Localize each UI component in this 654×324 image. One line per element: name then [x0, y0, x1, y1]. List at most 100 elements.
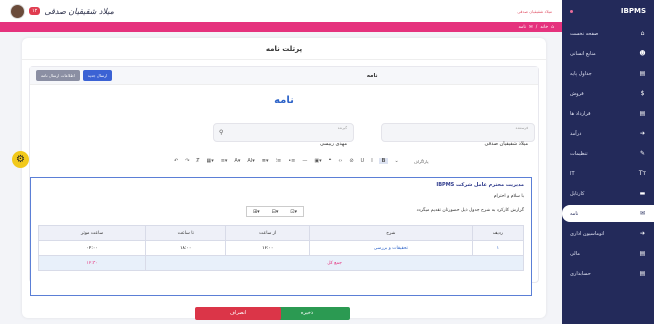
sidebar-item[interactable]: Tт IT: [562, 165, 654, 182]
col-header: تا ساعت: [145, 225, 227, 241]
sidebar-item[interactable]: ▤ حسابداری: [562, 265, 654, 282]
col-header: شرح: [309, 225, 473, 241]
settings-gear-icon[interactable]: ⚙: [12, 151, 29, 168]
sidebar-item-label: تنظیمات: [570, 150, 588, 157]
panel-title: نامه: [366, 72, 378, 79]
cancel-button[interactable]: انصراف: [195, 307, 281, 320]
main-card: پرتلت نامه اطلاعات ارسال نامه ارسال جدید…: [22, 38, 546, 318]
sidebar-nav: ⌂ صفحه نخست ☻ منابع انسانی ▤ جداول پایه $ فروش ▤…: [562, 25, 654, 282]
new-letter-button[interactable]: ارسال جدید: [82, 70, 113, 81]
code-icon[interactable]: ‹›: [337, 158, 343, 164]
sidebar-item-label: صفحه نخست: [570, 30, 599, 37]
sender-label: فرستنده: [515, 126, 528, 130]
doc-icon: ▤: [639, 110, 646, 117]
table-cell[interactable]: ۱: [471, 240, 525, 256]
table-icon[interactable]: ▦▾: [205, 158, 214, 164]
table-cell[interactable]: ۱۸:۰۰: [145, 240, 227, 256]
editor-content[interactable]: مدیریت محترم عامل شرکت IBPMS با سلام و ا…: [30, 177, 532, 296]
history-button[interactable]: اطلاعات ارسال نامه: [36, 70, 80, 81]
sidebar-item[interactable]: ➔ اتوماسیون اداری: [562, 225, 654, 242]
sidebar-item-label: منابع انسانی: [570, 50, 596, 57]
sidebar-item-label: حسابداری: [570, 270, 591, 277]
breadcrumb: ⌂ خانه / ✉ نامه: [0, 22, 562, 32]
align-icon[interactable]: ≡▾: [220, 158, 229, 164]
home-icon[interactable]: ⌂: [551, 25, 554, 30]
breadcrumb-item-current: نامه: [518, 24, 526, 30]
folder-icon: ▬: [639, 190, 646, 197]
report-table: ردیف شرح از ساعت تا ساعت ساعت موثر ۱ تحق…: [37, 225, 525, 271]
sidebar-item[interactable]: ▬ کارتابل: [562, 185, 654, 202]
avatar[interactable]: [10, 3, 25, 19]
user-icon: ☻: [639, 50, 646, 57]
chevron-down-icon[interactable]: ⌄: [393, 158, 399, 164]
dollar-icon: $: [640, 90, 645, 97]
link-icon[interactable]: ⊘: [348, 158, 354, 164]
receiver-value: مهدی رییسی: [319, 141, 347, 147]
sidebar-item-label: فروش: [570, 90, 584, 97]
editor-line-greeting: با سلام و احترام: [493, 194, 524, 199]
clear-format-icon[interactable]: T̸: [195, 158, 200, 164]
font-size-icon[interactable]: AI▾: [246, 158, 255, 164]
receiver-field[interactable]: گیرنده مهدی رییسی ⚲: [213, 123, 354, 147]
sidebar-item-label: نامه: [570, 210, 579, 217]
table-cell[interactable]: ۱۶:۰۰: [225, 240, 311, 256]
sidebar-item[interactable]: ✉ نامه: [562, 205, 654, 222]
doc-icon: ▤: [639, 250, 646, 257]
mail-icon: ✉: [529, 24, 533, 30]
table-cell[interactable]: ۰۲:۰۰: [37, 240, 147, 256]
login-icon: ➔: [639, 130, 646, 137]
paragraph-select[interactable]: پاراگراف: [413, 159, 430, 164]
user-box[interactable]: ۱۲ میلاد شقیقیان صدقی: [10, 3, 114, 19]
doc-icon: ▤: [639, 70, 646, 77]
wrench-icon: ✎: [639, 150, 646, 157]
sidebar-item-label: قرارداد ها: [570, 110, 591, 117]
table-delete-icon[interactable]: ⊡▾: [290, 209, 297, 215]
numbered-list-icon[interactable]: ⁝≡: [274, 158, 282, 164]
breadcrumb-separator: /: [535, 24, 538, 30]
sidebar-item-label: جداول پایه: [570, 70, 592, 77]
sidebar-item-label: مالی: [570, 250, 580, 257]
table-total-row: جمع کل ۱۲:۳۰: [37, 255, 524, 271]
sidebar-item[interactable]: ☻ منابع انسانی: [562, 45, 654, 62]
page-title: پرتلت نامه: [22, 38, 546, 60]
editor-toolbar: ↶ ↷ T̸ ▦▾ ≡▾ A▾ AI▾ ≣▾ ⁝≡ •≡ — ▣▾ ❝ ‹› ⊘…: [173, 155, 534, 167]
redo-icon[interactable]: ↷: [184, 158, 190, 164]
sidebar-item[interactable]: ▤ مالی: [562, 245, 654, 262]
table-row: ۱ تحقیقات و بررسی ۱۶:۰۰ ۱۸:۰۰ ۰۲:۰۰: [37, 240, 525, 256]
italic-icon[interactable]: I: [370, 158, 373, 164]
panel-buttons: اطلاعات ارسال نامه ارسال جدید: [36, 70, 113, 81]
sender-field[interactable]: فرستنده میلاد شقیقیان صدقی: [381, 123, 535, 147]
sidebar-item[interactable]: ▤ جداول پایه: [562, 65, 654, 82]
search-icon[interactable]: ⚲: [219, 129, 223, 136]
receiver-label: گیرنده: [337, 126, 347, 130]
sidebar: IBPMS ⌂ صفحه نخست ☻ منابع انسانی ▤ جداول پایه…: [562, 0, 654, 324]
brand-name: IBPMS: [620, 7, 646, 15]
table-cell[interactable]: تحقیقات و بررسی: [309, 240, 473, 256]
sidebar-item-label: کارتابل: [570, 190, 585, 197]
sidebar-item[interactable]: $ فروش: [562, 85, 654, 102]
sidebar-item[interactable]: ✎ تنظیمات: [562, 145, 654, 162]
undo-icon[interactable]: ↶: [173, 158, 179, 164]
image-icon[interactable]: ▣▾: [313, 158, 322, 164]
brand-dot-icon: [570, 9, 573, 13]
notification-badge[interactable]: ۱۲: [29, 7, 41, 15]
bold-icon[interactable]: B: [378, 158, 389, 164]
brand: IBPMS: [562, 0, 654, 22]
underline-icon[interactable]: U: [360, 158, 366, 164]
sidebar-item[interactable]: ➔ درآمد: [562, 125, 654, 142]
panel-header: اطلاعات ارسال نامه ارسال جدید نامه: [30, 67, 538, 85]
quote-icon[interactable]: ❝: [328, 158, 333, 164]
align-right-icon[interactable]: ≣▾: [261, 158, 270, 164]
total-value: ۱۲:۳۰: [37, 255, 147, 271]
sidebar-item[interactable]: ▤ قرارداد ها: [562, 105, 654, 122]
font-color-icon[interactable]: A▾: [233, 158, 241, 164]
horizontal-rule-icon[interactable]: —: [301, 158, 308, 164]
table-popup-toolbar: ⊞▾ ⊟▾ ⊡▾: [246, 206, 304, 217]
bullet-list-icon[interactable]: •≡: [287, 158, 296, 164]
top-status-text: میلاد شقیقیان صدقی: [517, 8, 552, 14]
table-cols-icon[interactable]: ⊟▾: [272, 209, 279, 215]
sidebar-item[interactable]: ⌂ صفحه نخست: [562, 25, 654, 42]
breadcrumb-item-home[interactable]: خانه: [540, 25, 548, 30]
table-rows-icon[interactable]: ⊞▾: [253, 209, 260, 215]
col-header: ردیف: [471, 225, 525, 241]
